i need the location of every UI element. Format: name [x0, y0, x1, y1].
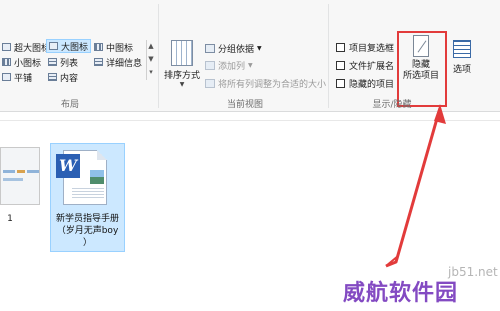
image-thumbnail-icon: [90, 170, 104, 184]
pane-divider: [0, 120, 500, 121]
sort-icon: [171, 40, 193, 66]
add-columns-button[interactable]: 添加列 ▼: [205, 58, 253, 72]
layout-extra-large-icons[interactable]: 超大图标: [0, 40, 52, 54]
medium-icons-icon: [94, 43, 103, 51]
show-hide-group-label: 显示/隐藏: [372, 100, 412, 110]
details-icon: [94, 58, 103, 66]
checkbox[interactable]: [336, 78, 345, 88]
file-thumbnail[interactable]: [0, 147, 40, 205]
extra-large-icons-icon: [2, 43, 11, 51]
layout-medium-icons[interactable]: 中图标: [92, 40, 135, 54]
group-divider: [158, 4, 159, 108]
file-name[interactable]: 1: [0, 214, 20, 224]
scroll-up-icon[interactable]: ▲: [147, 40, 155, 53]
more-icon[interactable]: ▾: [147, 66, 155, 79]
size-columns-icon: [205, 78, 215, 88]
text-lines-icon: [72, 188, 104, 200]
checkbox[interactable]: [336, 42, 345, 52]
sort-by-button[interactable]: 排序方式 ▼: [162, 40, 202, 96]
layout-group-label: 布局: [60, 100, 79, 110]
chevron-down-icon: ▼: [248, 61, 253, 69]
hidden-items-toggle[interactable]: 隐藏的项目: [336, 76, 394, 90]
layout-content[interactable]: 内容: [46, 70, 80, 84]
large-icons-icon: [49, 42, 58, 50]
layout-list[interactable]: 列表: [46, 55, 80, 69]
current-view-group-label: 当前视图: [226, 100, 263, 110]
content-icon: [48, 73, 57, 81]
options-icon: [453, 40, 471, 58]
file-name[interactable]: 新学员指导手册 （岁月无声boy ）: [52, 213, 123, 249]
size-all-columns-button[interactable]: 将所有列调整为合适的大小: [205, 76, 326, 90]
item-checkboxes-toggle[interactable]: 项目复选框: [336, 40, 394, 54]
layout-tiles[interactable]: 平铺: [0, 70, 34, 84]
layout-gallery-scroller[interactable]: ▲ ▼ ▾: [146, 40, 155, 80]
layout-gallery: 超大图标 大图标 中图标 小图标 列表 详细信息 平铺 内容: [0, 38, 155, 86]
group-divider: [328, 4, 329, 108]
options-button[interactable]: 选项: [448, 40, 476, 90]
watermark-brand: 威航软件园: [343, 281, 459, 306]
checkbox[interactable]: [336, 60, 345, 70]
file-extensions-toggle[interactable]: 文件扩展名: [336, 58, 394, 72]
word-logo-icon: W: [56, 154, 80, 178]
group-by-icon: [205, 43, 215, 53]
layout-large-icons[interactable]: 大图标: [46, 39, 92, 53]
list-icon: [48, 58, 57, 66]
scroll-down-icon[interactable]: ▼: [147, 53, 155, 66]
highlight-annotation: [397, 31, 447, 107]
layout-small-icons[interactable]: 小图标: [0, 55, 43, 69]
tiles-icon: [2, 73, 11, 81]
layout-details[interactable]: 详细信息: [92, 55, 144, 69]
chevron-down-icon: ▼: [257, 44, 262, 52]
ribbon-view-tab: 超大图标 大图标 中图标 小图标 列表 详细信息 平铺 内容 ▲ ▼ ▾ 布局 …: [0, 0, 500, 112]
small-icons-icon: [2, 58, 11, 66]
group-by-button[interactable]: 分组依据 ▼: [205, 41, 262, 55]
add-columns-icon: [205, 60, 215, 70]
chevron-down-icon: ▼: [179, 81, 185, 88]
